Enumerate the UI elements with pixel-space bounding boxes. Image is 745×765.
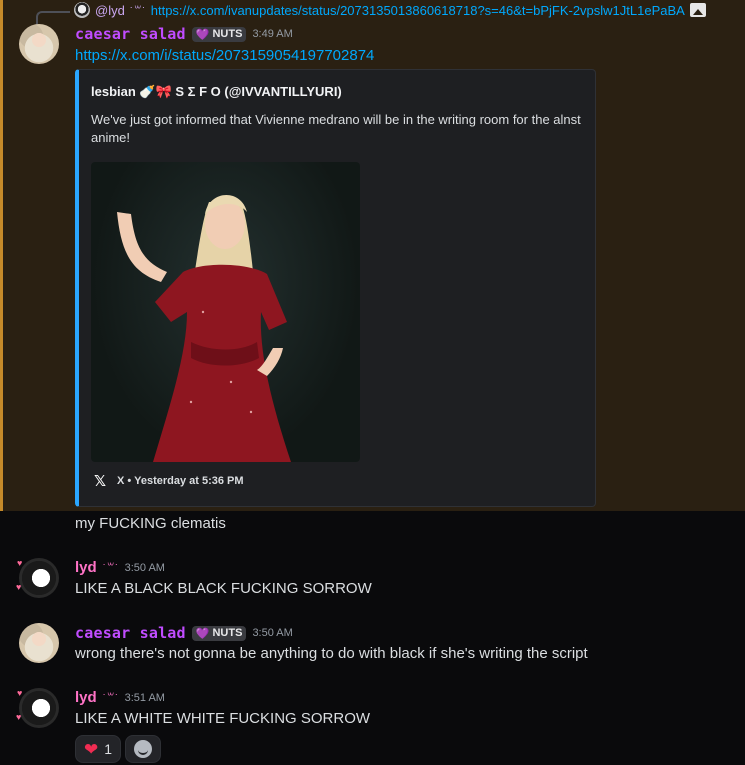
embed-footer: 𝕏 X • Yesterday at 5:36 PM [91, 472, 244, 490]
avatar-lyd[interactable] [19, 558, 59, 598]
embed-author[interactable]: lesbian 🍼🎀 S Σ F O (@IVVANTILLYURI) [91, 84, 342, 100]
author-emoticon: ˙꒳˙ [102, 693, 119, 705]
reply-author[interactable]: @lyd [95, 3, 125, 18]
message-text: wrong there's not gonna be anything to d… [75, 645, 588, 662]
guild-tag[interactable]: 💜 NUTS [191, 26, 247, 42]
author-name[interactable]: caesar salad [75, 624, 186, 642]
embed-photo [117, 194, 291, 462]
avatar-caesar[interactable] [19, 24, 59, 64]
heart-decoration-icon: ♥ [16, 582, 22, 592]
author-name[interactable]: caesar salad [75, 25, 186, 43]
embed-description: We've just got informed that Vivienne me… [91, 112, 581, 145]
author-name[interactable]: lyd [75, 689, 97, 706]
guild-tag-label: NUTS [212, 627, 243, 639]
reactions-bar: ❤ 1 [75, 735, 162, 763]
guild-tag[interactable]: 💜 NUTS [191, 625, 247, 641]
add-reaction-button[interactable] [125, 735, 162, 763]
author-name[interactable]: lyd [75, 559, 97, 576]
reply-preview[interactable]: @lyd ˙꒳˙ https://x.com/ivanupdates/statu… [74, 1, 706, 19]
message-header: caesar salad 💜 NUTS 3:50 AM [75, 624, 293, 642]
message-text: LIKE A BLACK BLACK FUCKING SORROW [75, 580, 372, 597]
x-logo-icon: 𝕏 [93, 473, 107, 490]
heart-icon: 💜 [195, 28, 210, 41]
message-link[interactable]: https://x.com/i/status/20731590541977028… [75, 47, 374, 64]
heart-icon: 💜 [195, 627, 210, 640]
reaction-heart[interactable]: ❤ 1 [75, 735, 122, 763]
timestamp[interactable]: 3:49 AM [252, 28, 292, 40]
avatar-caesar[interactable] [19, 623, 59, 663]
timestamp[interactable]: 3:50 AM [125, 562, 165, 574]
heart-decoration-icon: ♥ [17, 688, 23, 698]
avatar-lyd[interactable] [19, 688, 59, 728]
author-emoticon: ˙꒳˙ [102, 563, 119, 575]
message-text: my FUCKING clematis [75, 515, 226, 532]
heart-emoji-icon: ❤ [84, 739, 99, 759]
guild-tag-label: NUTS [212, 28, 243, 40]
add-reaction-icon [134, 740, 153, 758]
timestamp[interactable]: 3:50 AM [252, 627, 292, 639]
message-header: lyd ˙꒳˙ 3:51 AM [75, 689, 165, 706]
heart-decoration-icon: ♥ [16, 712, 22, 722]
message-header: lyd ˙꒳˙ 3:50 AM [75, 559, 165, 576]
heart-decoration-icon: ♥ [17, 558, 23, 568]
message-header: caesar salad 💜 NUTS 3:49 AM [75, 25, 293, 43]
embed-image[interactable] [91, 162, 360, 462]
timestamp[interactable]: 3:51 AM [125, 692, 165, 704]
embed-footer-text: X • Yesterday at 5:36 PM [117, 475, 244, 487]
message-text: LIKE A WHITE WHITE FUCKING SORROW [75, 710, 371, 727]
reaction-count: 1 [104, 741, 113, 757]
reply-avatar [74, 2, 90, 18]
image-attachment-icon [689, 3, 706, 17]
link-embed: lesbian 🍼🎀 S Σ F O (@IVVANTILLYURI) We'v… [75, 69, 596, 507]
chat-view: @lyd ˙꒳˙ https://x.com/ivanupdates/statu… [0, 0, 745, 765]
reply-text[interactable]: https://x.com/ivanupdates/status/2073135… [151, 3, 685, 18]
reply-author-emoticon: ˙꒳˙ [129, 5, 146, 18]
